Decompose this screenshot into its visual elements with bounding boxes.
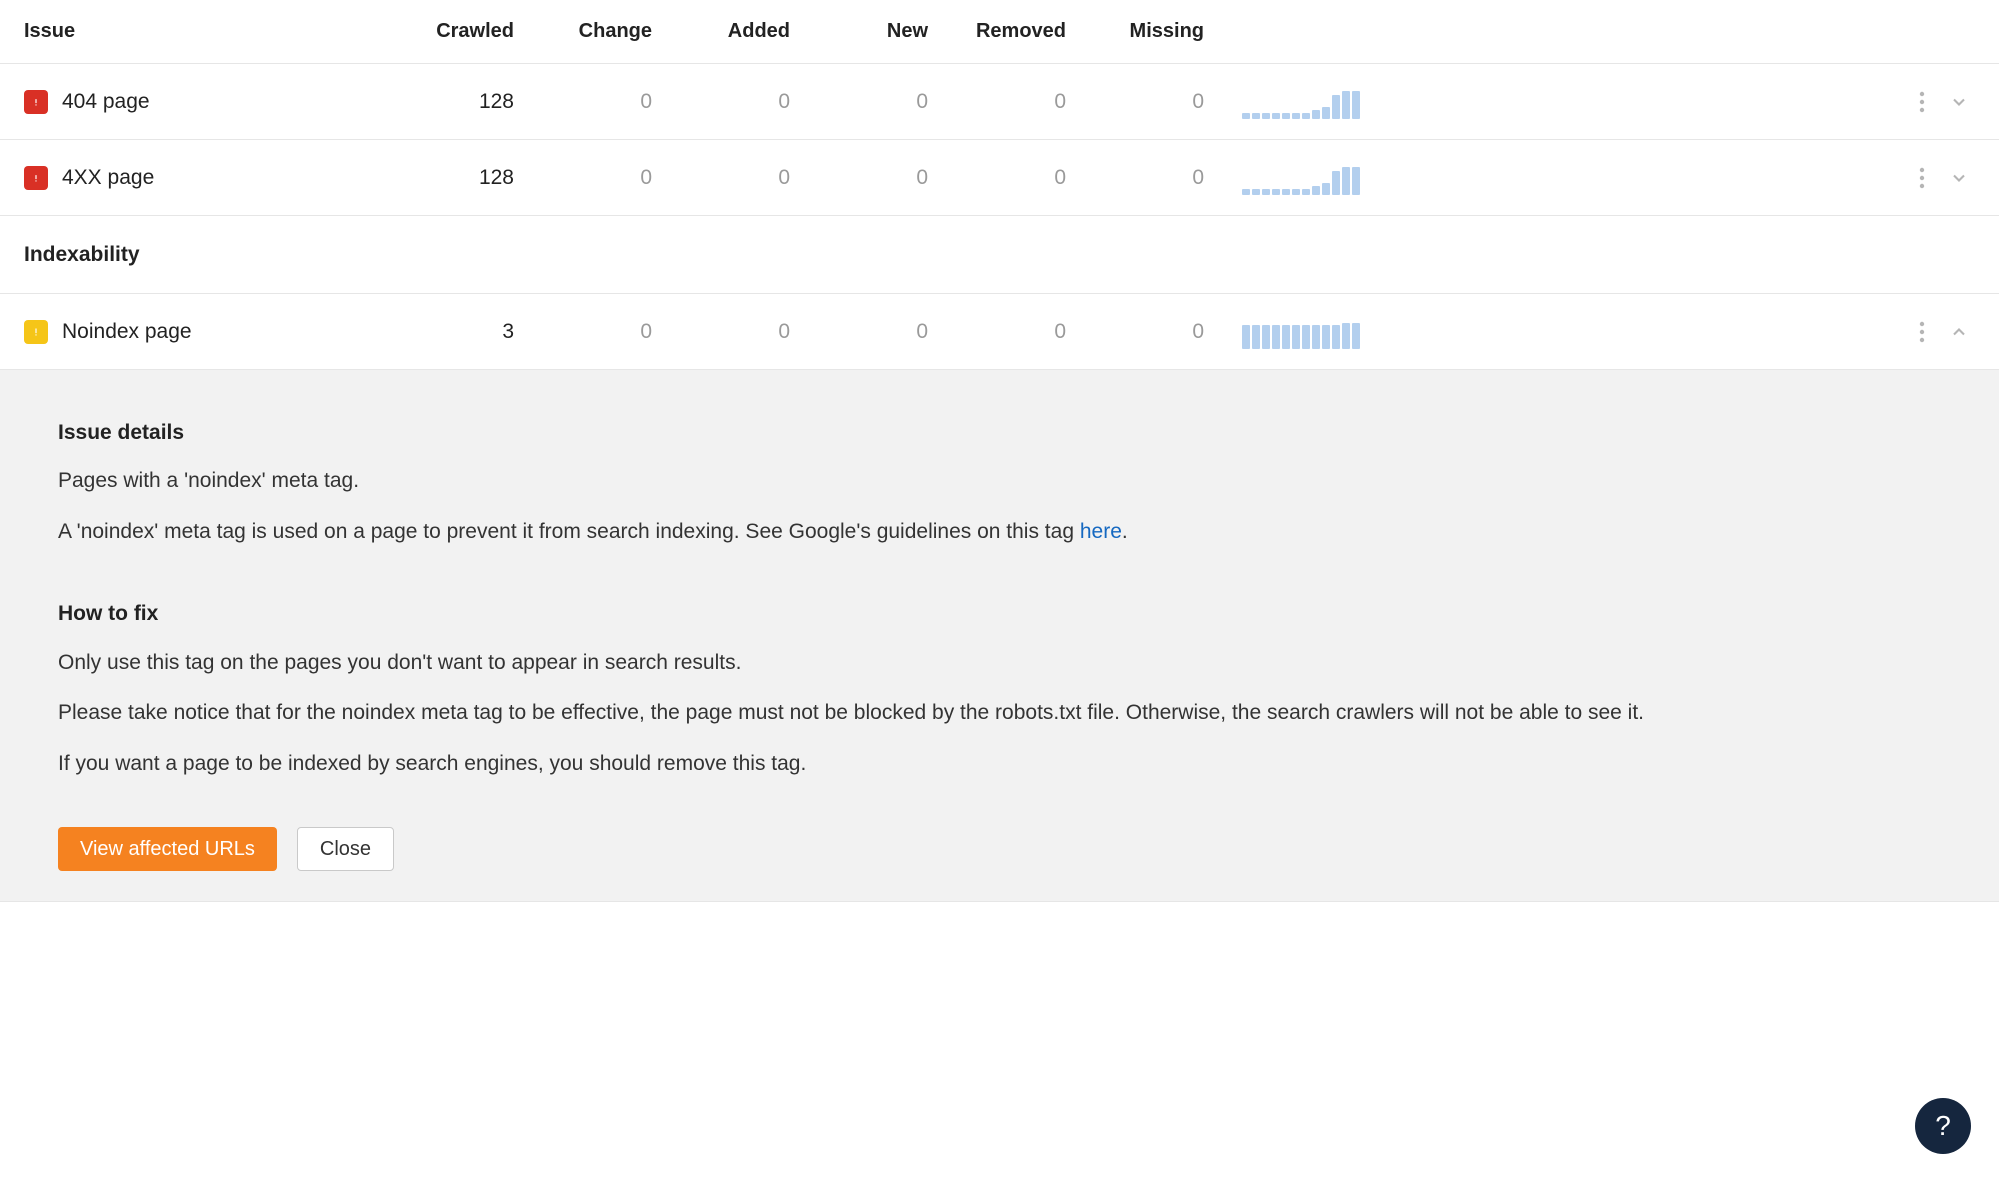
error-icon	[24, 166, 48, 190]
cell-missing: 0	[1094, 90, 1232, 114]
cell-missing: 0	[1094, 166, 1232, 190]
sparkline	[1242, 85, 1392, 119]
details-heading: Issue details	[58, 418, 1941, 448]
cell-change: 0	[542, 90, 680, 114]
guidelines-link[interactable]: here	[1080, 520, 1122, 543]
cell-crawled: 128	[404, 90, 542, 114]
details-desc-2: A 'noindex' meta tag is used on a page t…	[58, 517, 1941, 547]
help-icon: ?	[1935, 1110, 1951, 1142]
issue-details-panel: Issue details Pages with a 'noindex' met…	[0, 370, 1999, 902]
col-header-missing: Missing	[1094, 20, 1232, 43]
issue-name: 404 page	[62, 90, 150, 114]
cell-removed: 0	[956, 90, 1094, 114]
cell-missing: 0	[1094, 320, 1232, 344]
sparkline	[1242, 315, 1392, 349]
section-header-indexability: Indexability	[0, 216, 1999, 294]
chevron-up-icon[interactable]	[1949, 322, 1969, 342]
cell-added: 0	[680, 90, 818, 114]
cell-new: 0	[818, 90, 956, 114]
details-desc-2-post: .	[1122, 520, 1128, 543]
cell-removed: 0	[956, 320, 1094, 344]
issue-row-404[interactable]: 404 page 128 0 0 0 0 0	[0, 64, 1999, 140]
cell-new: 0	[818, 320, 956, 344]
more-icon[interactable]	[1919, 91, 1925, 113]
chevron-down-icon[interactable]	[1949, 92, 1969, 112]
help-button[interactable]: ?	[1915, 1098, 1971, 1154]
issue-row-4xx[interactable]: 4XX page 128 0 0 0 0 0	[0, 140, 1999, 216]
issue-name: Noindex page	[62, 320, 192, 344]
error-icon	[24, 90, 48, 114]
sparkline	[1242, 161, 1392, 195]
cell-change: 0	[542, 166, 680, 190]
cell-change: 0	[542, 320, 680, 344]
fix-text-3: If you want a page to be indexed by sear…	[58, 749, 1941, 779]
cell-crawled: 128	[404, 166, 542, 190]
close-button[interactable]: Close	[297, 827, 394, 871]
more-icon[interactable]	[1919, 167, 1925, 189]
view-affected-urls-button[interactable]: View affected URLs	[58, 827, 277, 871]
col-header-issue: Issue	[24, 20, 404, 43]
cell-added: 0	[680, 166, 818, 190]
issue-row-noindex[interactable]: Noindex page 3 0 0 0 0 0	[0, 294, 1999, 370]
col-header-removed: Removed	[956, 20, 1094, 43]
fix-heading: How to fix	[58, 599, 1941, 629]
chevron-down-icon[interactable]	[1949, 168, 1969, 188]
table-header: Issue Crawled Change Added New Removed M…	[0, 0, 1999, 64]
issue-name: 4XX page	[62, 166, 154, 190]
col-header-added: Added	[680, 20, 818, 43]
fix-text-2: Please take notice that for the noindex …	[58, 698, 1941, 728]
fix-text-1: Only use this tag on the pages you don't…	[58, 648, 1941, 678]
col-header-new: New	[818, 20, 956, 43]
warning-icon	[24, 320, 48, 344]
cell-new: 0	[818, 166, 956, 190]
cell-added: 0	[680, 320, 818, 344]
cell-removed: 0	[956, 166, 1094, 190]
section-title: Indexability	[24, 243, 140, 267]
cell-crawled: 3	[404, 320, 542, 344]
more-icon[interactable]	[1919, 321, 1925, 343]
col-header-crawled: Crawled	[404, 20, 542, 43]
details-desc-2-pre: A 'noindex' meta tag is used on a page t…	[58, 520, 1080, 543]
col-header-change: Change	[542, 20, 680, 43]
details-desc-1: Pages with a 'noindex' meta tag.	[58, 466, 1941, 496]
